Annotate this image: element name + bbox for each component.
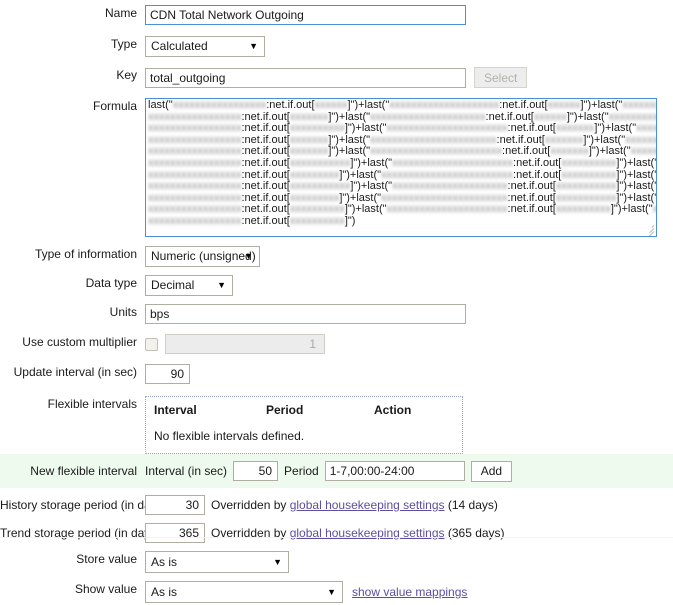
label-units: Units [109, 305, 137, 319]
show-value-select[interactable]: As is ▼ [145, 581, 343, 603]
history-storage-note: Overridden by global housekeeping settin… [211, 498, 498, 512]
field-data-type: Decimal ▼ [145, 275, 673, 296]
history-storage-input[interactable] [145, 495, 205, 515]
resize-handle-icon[interactable] [643, 223, 655, 236]
chevron-down-icon: ▼ [327, 587, 336, 597]
label-custom-multiplier: Use custom multiplier [22, 335, 137, 349]
formula-line: last("xxxxxxxxxxxxxxxxx:net.if.out[xxxxx… [148, 99, 656, 111]
type-of-information-select[interactable]: Numeric (unsigned) ▼ [145, 246, 260, 267]
global-housekeeping-link-history[interactable]: global housekeeping settings [290, 498, 445, 512]
custom-multiplier-checkbox[interactable] [145, 337, 158, 351]
column-action: Action [374, 403, 412, 417]
label-store-value: Store value [76, 552, 137, 566]
key-input[interactable] [145, 67, 466, 88]
chevron-down-icon: ▼ [244, 251, 253, 261]
formula-line: xxxxxxxxxxxxxxxxx:net.if.out[xxxxxxxxxxx… [148, 156, 656, 169]
row-data-type: Data type Decimal ▼ [0, 270, 673, 299]
row-trend-storage: Trend storage period (in days) Overridde… [0, 517, 673, 545]
add-flexible-interval-button[interactable]: Add [470, 460, 513, 482]
row-store-value: Store value As is ▼ [0, 545, 673, 575]
store-value-select[interactable]: As is ▼ [145, 551, 289, 573]
field-formula: last("xxxxxxxxxxxxxxxxx:net.if.out[xxxxx… [145, 98, 673, 237]
store-value-value: As is [151, 555, 178, 569]
chevron-down-icon: ▼ [217, 280, 226, 290]
label-name: Name [104, 6, 137, 20]
show-value-mappings-link[interactable]: show value mappings [352, 585, 467, 599]
label-type: Type [110, 37, 137, 51]
field-update-interval [145, 364, 673, 384]
field-new-flexible-interval: Interval (in sec) Period Add [145, 460, 673, 482]
row-formula: Formula last("xxxxxxxxxxxxxxxxx:net.if.o… [0, 91, 673, 237]
label-data-type: Data type [85, 276, 137, 290]
type-of-information-value: Numeric (unsigned) [151, 249, 256, 263]
formula-line: xxxxxxxxxxxxxxxxx:net.if.out[xxxxxxxxxxx… [148, 180, 656, 193]
label-trend-storage: Trend storage period (in days) [0, 526, 161, 540]
type-select-value: Calculated [151, 39, 208, 53]
label-show-value: Show value [74, 582, 137, 596]
units-input[interactable] [145, 304, 466, 324]
chevron-down-icon: ▼ [249, 41, 258, 51]
new-period-input[interactable] [324, 461, 465, 481]
update-interval-input[interactable] [145, 364, 190, 384]
row-key: Key Select [0, 60, 673, 91]
flexible-intervals-header: Interval Period Action [154, 403, 454, 417]
row-history-storage: History storage period (in days) Overrid… [0, 488, 673, 517]
name-input[interactable] [145, 5, 466, 25]
label-type-of-information: Type of information [34, 247, 137, 261]
new-interval-input[interactable] [233, 461, 279, 481]
custom-multiplier-input [165, 334, 325, 354]
row-custom-multiplier: Use custom multiplier [0, 328, 673, 358]
formula-text: last("xxxxxxxxxxxxxxxxx:net.if.out[xxxxx… [146, 99, 656, 236]
row-units: Units [0, 299, 673, 328]
data-type-select[interactable]: Decimal ▼ [145, 275, 233, 296]
field-key: Select [145, 67, 673, 88]
history-note-suffix: (14 days) [447, 498, 498, 512]
flexible-intervals-empty-message: No flexible intervals defined. [154, 429, 305, 443]
field-type-of-information: Numeric (unsigned) ▼ [145, 246, 673, 267]
row-update-interval: Update interval (in sec) [0, 358, 673, 388]
field-units [145, 304, 673, 324]
row-type: Type Calculated ▼ [0, 29, 673, 60]
show-value-value: As is [151, 585, 178, 599]
type-select[interactable]: Calculated ▼ [145, 36, 265, 57]
column-period: Period [266, 403, 304, 417]
label-update-interval: Update interval (in sec) [13, 365, 137, 379]
field-show-value: As is ▼ show value mappings [145, 581, 673, 603]
field-flexible-intervals: Interval Period Action No flexible inter… [145, 396, 673, 454]
label-new-interval-sec: Interval (in sec) [145, 464, 228, 478]
label-new-period: Period [284, 464, 319, 478]
chevron-down-icon: ▼ [273, 557, 282, 567]
label-history-storage: History storage period (in days) [0, 498, 167, 512]
trend-storage-input[interactable] [145, 523, 205, 543]
history-note-prefix: Overridden by [211, 498, 287, 512]
row-show-value: Show value As is ▼ show value mappings [0, 575, 673, 605]
field-history-storage: Overridden by global housekeeping settin… [145, 495, 673, 515]
row-new-flexible-interval: New flexible interval Interval (in sec) … [0, 454, 673, 488]
row-flexible-intervals: Flexible intervals Interval Period Actio… [0, 388, 673, 454]
item-configuration-form: Name Type Calculated ▼ Key Select Formul… [0, 0, 673, 605]
key-select-button[interactable]: Select [474, 67, 528, 88]
field-store-value: As is ▼ [145, 551, 673, 573]
field-trend-storage: Overridden by global housekeeping settin… [145, 523, 673, 543]
flexible-intervals-table: Interval Period Action No flexible inter… [145, 396, 463, 454]
field-custom-multiplier [145, 334, 673, 354]
formula-textarea[interactable]: last("xxxxxxxxxxxxxxxxx:net.if.out[xxxxx… [145, 98, 657, 237]
column-interval: Interval [154, 403, 197, 417]
field-type: Calculated ▼ [145, 36, 673, 57]
field-name [145, 5, 673, 25]
row-name: Name [0, 0, 673, 29]
row-type-of-information: Type of information Numeric (unsigned) ▼ [0, 237, 673, 270]
label-formula: Formula [92, 99, 137, 113]
formula-line: xxxxxxxxxxxxxxxxx:net.if.out[xxxxxxxxxx]… [148, 214, 356, 227]
label-flexible-intervals: Flexible intervals [47, 397, 137, 411]
label-key: Key [116, 68, 137, 82]
label-new-flexible-interval: New flexible interval [30, 464, 137, 478]
